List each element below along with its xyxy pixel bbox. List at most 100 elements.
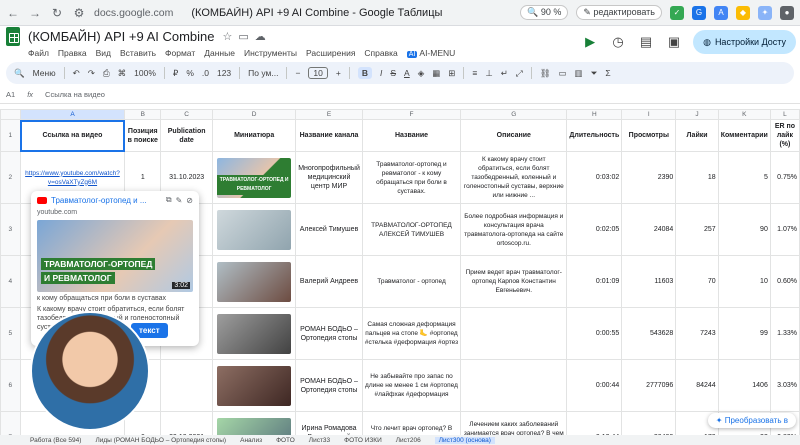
- col-header[interactable]: G: [460, 109, 568, 120]
- thumbnail-cell[interactable]: ТРАВМАТОЛОГ-ОРТОПЕД И РЕВМАТОЛОГ: [212, 151, 297, 204]
- cell-desc[interactable]: К какому врачу стоит обратиться, если бо…: [460, 151, 568, 204]
- menu-tools[interactable]: Инструменты: [244, 48, 297, 58]
- menu-data[interactable]: Данные: [204, 48, 235, 58]
- col-header[interactable]: I: [621, 109, 677, 120]
- font-size-increase[interactable]: +: [336, 68, 341, 78]
- cell-er[interactable]: 1.07%: [769, 203, 800, 256]
- cell-desc[interactable]: Лечением каких заболеваний занимается вр…: [460, 411, 568, 435]
- cloud-icon[interactable]: ☁: [255, 30, 266, 43]
- print-icon[interactable]: ⎙: [103, 68, 110, 79]
- row-number[interactable]: 4: [0, 255, 21, 308]
- cell-date[interactable]: [160, 359, 214, 412]
- cell-date[interactable]: 29.10.2021: [160, 411, 214, 435]
- preview-thumbnail[interactable]: ТРАВМАТОЛОГ-ОРТОПЕД И РЕВМАТОЛОГ 3:02: [37, 220, 193, 292]
- cell-dur[interactable]: 0:03:02: [566, 151, 623, 204]
- valign-icon[interactable]: ⊥: [485, 68, 492, 79]
- cell-comments[interactable]: 10: [717, 255, 771, 308]
- history-icon[interactable]: ◷: [609, 33, 627, 51]
- merge-icon[interactable]: ⊞: [448, 68, 455, 79]
- cell-title[interactable]: Самая сложная деформация пальцев на стоп…: [361, 307, 462, 360]
- extension-icon[interactable]: G: [692, 5, 706, 20]
- align-icon[interactable]: ≡: [472, 68, 477, 78]
- decimal-format[interactable]: .0: [202, 68, 209, 78]
- menu-extensions[interactable]: Расширения: [306, 48, 355, 58]
- col-header[interactable]: E: [295, 109, 363, 120]
- sheet-tab[interactable]: ФОТО ИЗКИ: [344, 437, 382, 444]
- currency-format[interactable]: ₽: [173, 68, 178, 79]
- font-size-decrease[interactable]: −: [295, 68, 300, 78]
- header-cell[interactable]: Publication date: [160, 119, 214, 152]
- reload-icon[interactable]: ↻: [50, 6, 64, 20]
- zoom-indicator[interactable]: 🔍 90 %: [520, 5, 569, 20]
- cell-title[interactable]: Не забывайте про запас по длине не менее…: [361, 359, 462, 412]
- filter-icon[interactable]: ⏷: [591, 68, 598, 79]
- wrap-icon[interactable]: ↵: [501, 68, 508, 79]
- cell-views[interactable]: 543628: [621, 307, 677, 360]
- forward-icon[interactable]: →: [28, 6, 42, 20]
- thumbnail-cell[interactable]: ЧТО ЛЕЧИТ ОРТОПЕД?: [212, 411, 297, 435]
- menu-search[interactable]: Меню: [33, 68, 56, 78]
- cell-channel[interactable]: РОМАН БОДЬО – Ортопедия стопы: [295, 359, 363, 412]
- sheets-logo-icon[interactable]: [6, 26, 20, 46]
- col-header[interactable]: K: [717, 109, 771, 120]
- sheet-tab[interactable]: ФОТО: [276, 437, 295, 444]
- row-number[interactable]: 7: [0, 411, 21, 435]
- header-cell[interactable]: Просмотры: [621, 119, 677, 152]
- cell-desc[interactable]: Прием ведет врач травматолог-ортопед Кар…: [460, 255, 568, 308]
- row-number[interactable]: 3: [0, 203, 21, 256]
- header-cell[interactable]: Ссылка на видео: [19, 119, 126, 152]
- menu-file[interactable]: Файл: [28, 48, 49, 58]
- menu-insert[interactable]: Вставить: [120, 48, 156, 58]
- comment-add-icon[interactable]: ▭: [559, 68, 567, 79]
- puzzle-icon[interactable]: ✦: [758, 5, 772, 20]
- cell-dur[interactable]: 0:00:55: [566, 307, 623, 360]
- cell-er[interactable]: 3.03%: [769, 359, 800, 412]
- rotate-icon[interactable]: ⤢: [516, 68, 523, 79]
- font-select[interactable]: По ум...: [248, 68, 278, 78]
- cell-channel[interactable]: Многопрофильный медицинский центр МИР: [295, 151, 363, 204]
- redo-icon[interactable]: ↷: [88, 68, 95, 79]
- sheet-tab[interactable]: Лист33: [309, 437, 330, 444]
- header-cell[interactable]: Комментарии: [717, 119, 771, 152]
- cell-dur[interactable]: 0:01:09: [566, 255, 623, 308]
- col-header[interactable]: J: [675, 109, 719, 120]
- video-call-icon[interactable]: ▣: [665, 33, 683, 51]
- cell-views[interactable]: 24084: [621, 203, 677, 256]
- unlink-icon[interactable]: ⊘: [186, 196, 193, 205]
- sheet-tab[interactable]: Лиды (РОМАН БОДЬО – Ортопедия стопы): [95, 437, 226, 444]
- cell-views[interactable]: 20400: [621, 411, 677, 435]
- bold-button[interactable]: B: [357, 67, 372, 79]
- cell-likes[interactable]: 84244: [675, 359, 719, 412]
- cell-title[interactable]: Травматолог - ортопед: [361, 255, 462, 308]
- thumbnail-cell[interactable]: [212, 307, 297, 360]
- menu-edit[interactable]: Правка: [58, 48, 87, 58]
- row-number[interactable]: 5: [0, 307, 21, 360]
- formula-input[interactable]: Ссылка на видео: [45, 90, 105, 99]
- col-header[interactable]: C: [160, 109, 214, 120]
- cell-views[interactable]: 2390: [621, 151, 677, 204]
- col-header[interactable]: D: [212, 109, 297, 120]
- col-header[interactable]: H: [566, 109, 623, 120]
- row-number[interactable]: 2: [0, 151, 21, 204]
- edit-icon[interactable]: ✎: [176, 196, 183, 205]
- font-size-input[interactable]: 10: [308, 67, 328, 79]
- header-cell[interactable]: Лайки: [675, 119, 719, 152]
- cell-views[interactable]: 11603: [621, 255, 677, 308]
- cell-channel[interactable]: РОМАН БОДЬО – Ортопедия стопы: [295, 307, 363, 360]
- cell-channel[interactable]: Валерий Андреев: [295, 255, 363, 308]
- select-all[interactable]: [0, 109, 21, 120]
- cell-title[interactable]: Что лечит врач ортопед? В каких случаях …: [361, 411, 462, 435]
- percent-format[interactable]: %: [186, 68, 194, 78]
- explore-button[interactable]: ✦ Преобразовать в: [707, 413, 796, 428]
- header-cell[interactable]: ER по лайк (%): [769, 119, 800, 152]
- cell-title[interactable]: ТРАВМАТОЛОГ-ОРТОПЕД АЛЕКСЕЙ ТИМУШЕВ: [361, 203, 462, 256]
- shield-icon[interactable]: ✓: [670, 5, 684, 20]
- cell-comments[interactable]: 99: [717, 307, 771, 360]
- site-info-icon[interactable]: ⚙: [72, 6, 86, 20]
- paint-format-icon[interactable]: ⌘: [118, 68, 127, 79]
- cell-title[interactable]: Травматолог-ортопед и ревматолог - к ком…: [361, 151, 462, 204]
- address-bar[interactable]: docs.google.com: [94, 7, 173, 19]
- italic-button[interactable]: I: [380, 68, 382, 78]
- row-number[interactable]: 6: [0, 359, 21, 412]
- thumbnail-cell[interactable]: [212, 359, 297, 412]
